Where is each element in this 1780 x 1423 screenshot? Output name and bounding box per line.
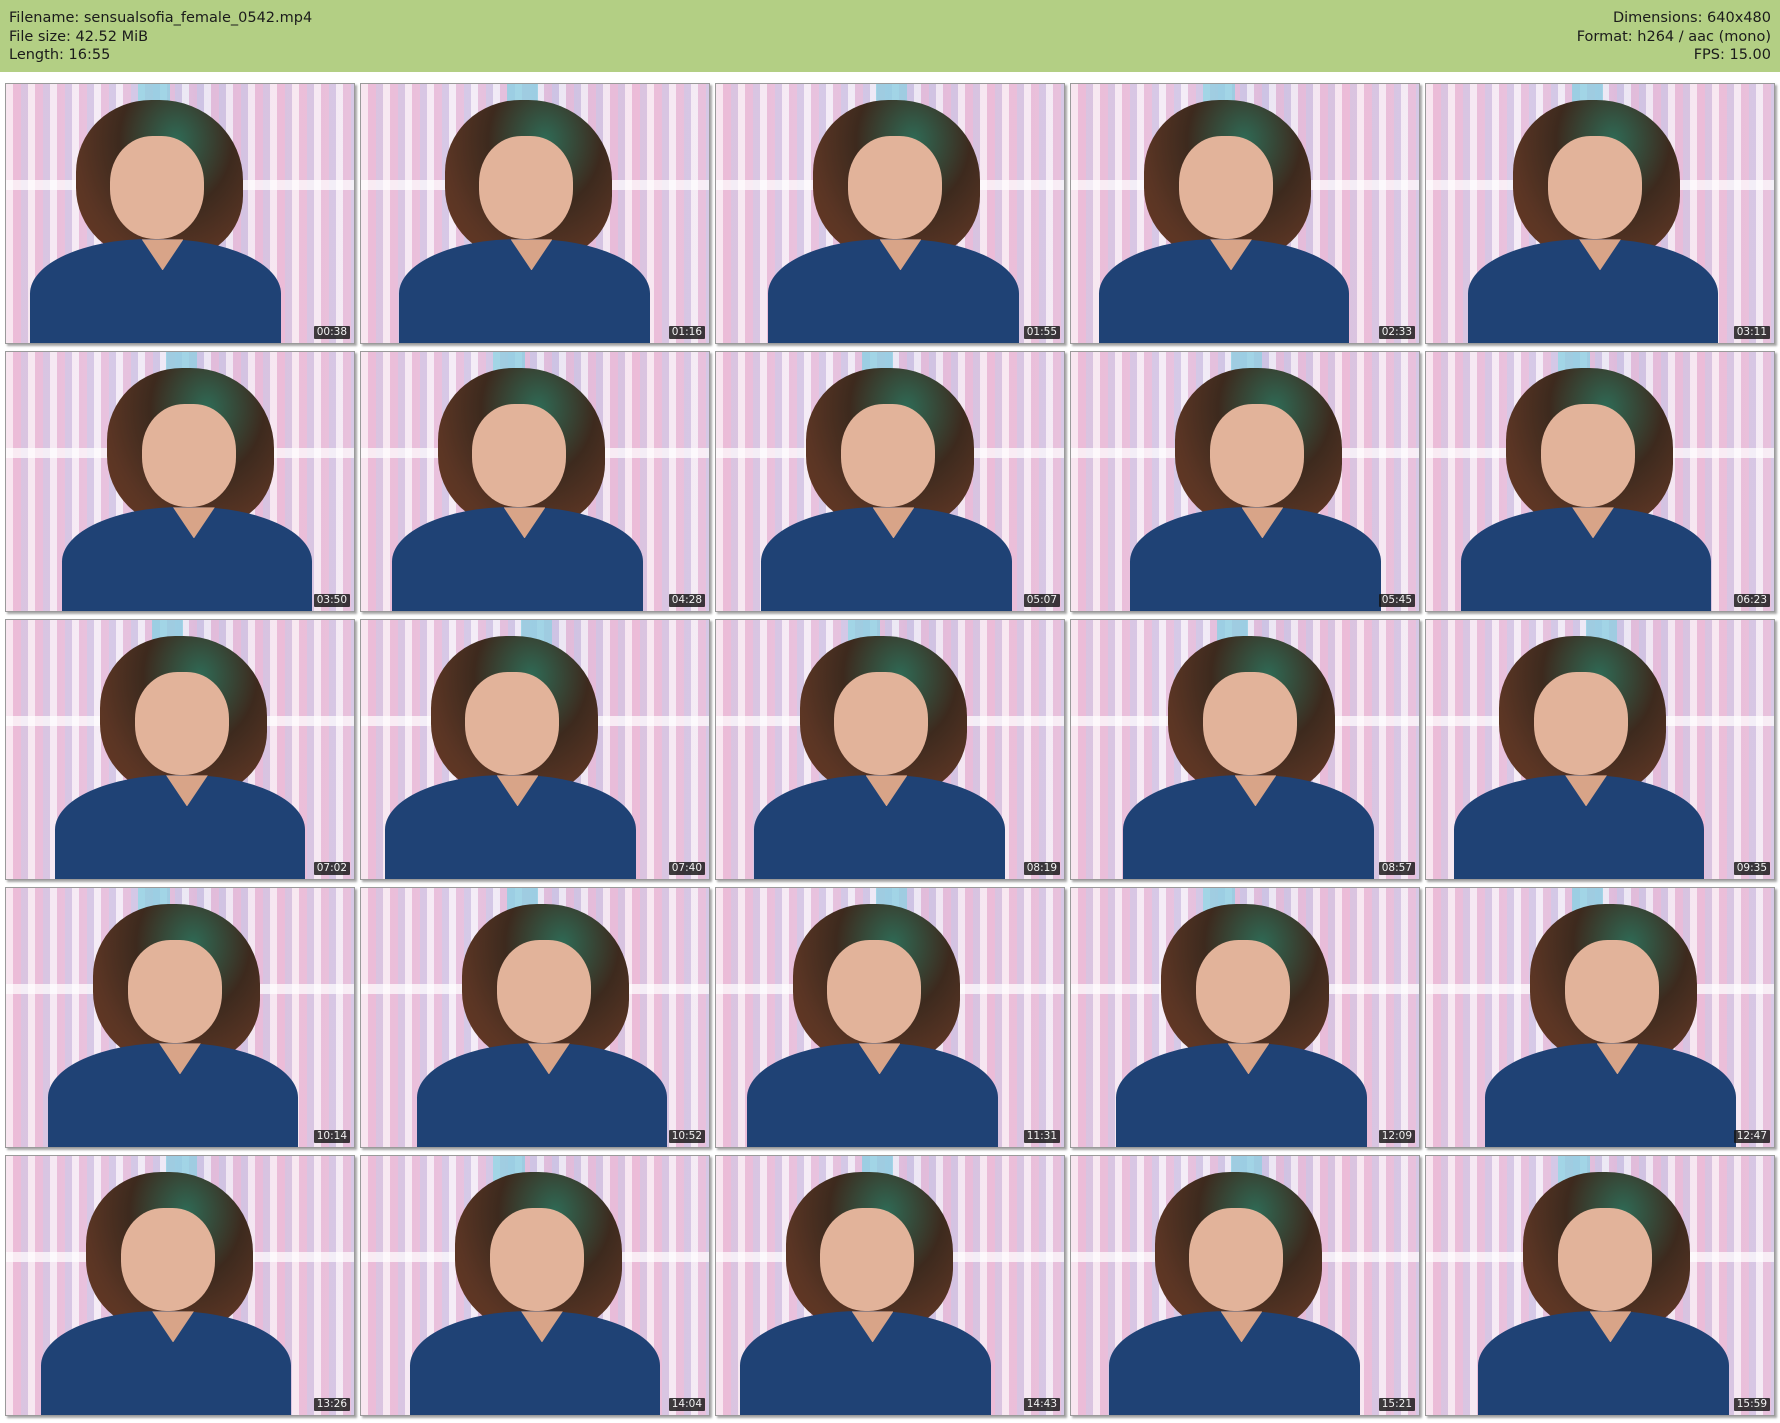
timestamp-label: 09:35 — [1733, 862, 1770, 875]
timestamp-label: 08:19 — [1023, 862, 1060, 875]
video-frame-thumbnail[interactable]: 03:50 — [5, 351, 355, 612]
subject-face — [489, 1207, 584, 1312]
subject-face — [820, 1207, 915, 1312]
subject-face — [1203, 671, 1298, 776]
filesize-label: File size: 42.52 MiB — [9, 28, 149, 45]
timestamp-label: 14:43 — [1023, 1398, 1060, 1411]
video-frame-thumbnail[interactable]: 14:04 — [360, 1155, 710, 1416]
timestamp-label: 01:55 — [1023, 326, 1060, 339]
video-frame-thumbnail[interactable]: 11:31 — [715, 887, 1065, 1148]
dimensions-label: Dimensions: 640x480 — [1612, 10, 1771, 26]
subject-face — [841, 403, 936, 508]
timestamp-label: 10:52 — [668, 1130, 705, 1143]
subject-face — [110, 135, 205, 240]
subject-face — [1196, 939, 1291, 1044]
subject-face — [1178, 135, 1273, 240]
subject-face — [1540, 403, 1635, 508]
video-info: Dimensions: 640x480 Format: h264 / aac (… — [1577, 9, 1771, 65]
subject-face — [1547, 135, 1642, 240]
video-frame-thumbnail[interactable]: 15:59 — [1425, 1155, 1775, 1416]
timestamp-label: 13:26 — [313, 1398, 350, 1411]
video-frame-thumbnail[interactable]: 07:40 — [360, 619, 710, 880]
video-frame-thumbnail[interactable]: 08:19 — [715, 619, 1065, 880]
subject-face — [827, 939, 922, 1044]
timestamp-label: 08:57 — [1378, 862, 1415, 875]
timestamp-label: 06:23 — [1733, 594, 1770, 607]
subject-face — [127, 939, 222, 1044]
video-frame-thumbnail[interactable]: 06:23 — [1425, 351, 1775, 612]
video-frame-thumbnail[interactable]: 05:07 — [715, 351, 1065, 612]
video-frame-thumbnail[interactable]: 01:55 — [715, 83, 1065, 344]
video-frame-thumbnail[interactable]: 12:09 — [1070, 887, 1420, 1148]
timestamp-label: 12:09 — [1378, 1130, 1415, 1143]
filename-label: Filename: sensualsofia_female_0542.mp4 — [9, 10, 313, 26]
video-frame-thumbnail[interactable]: 15:21 — [1070, 1155, 1420, 1416]
subject-face — [848, 135, 943, 240]
timestamp-label: 05:07 — [1023, 594, 1060, 607]
video-frame-thumbnail[interactable]: 10:14 — [5, 887, 355, 1148]
video-frame-thumbnail[interactable]: 08:57 — [1070, 619, 1420, 880]
timestamp-label: 10:14 — [313, 1130, 350, 1143]
timestamp-label: 05:45 — [1378, 594, 1415, 607]
video-frame-thumbnail[interactable]: 09:35 — [1425, 619, 1775, 880]
video-frame-thumbnail[interactable]: 01:16 — [360, 83, 710, 344]
subject-face — [1189, 1207, 1284, 1312]
subject-face — [1558, 1207, 1653, 1312]
timestamp-label: 07:40 — [668, 862, 705, 875]
video-frame-thumbnail[interactable]: 10:52 — [360, 887, 710, 1148]
subject-face — [479, 135, 574, 240]
subject-face — [1210, 403, 1305, 508]
subject-face — [465, 671, 560, 776]
timestamp-label: 00:38 — [313, 326, 350, 339]
video-frame-thumbnail[interactable]: 12:47 — [1425, 887, 1775, 1148]
file-info: Filename: sensualsofia_female_0542.mp4 F… — [9, 9, 312, 65]
timestamp-label: 03:50 — [313, 594, 350, 607]
subject-face — [141, 403, 236, 508]
timestamp-label: 11:31 — [1023, 1130, 1060, 1143]
timestamp-label: 03:11 — [1733, 326, 1770, 339]
timestamp-label: 04:28 — [668, 594, 705, 607]
subject-face — [134, 671, 229, 776]
video-frame-thumbnail[interactable]: 02:33 — [1070, 83, 1420, 344]
subject-face — [1533, 671, 1628, 776]
timestamp-label: 12:47 — [1733, 1130, 1770, 1143]
length-label: Length: 16:55 — [9, 47, 111, 63]
thumbnail-grid: 00:38 01:16 01:55 02:33 03:11 03:50 04:28 05:07… — [5, 83, 1775, 1416]
video-frame-thumbnail[interactable]: 04:28 — [360, 351, 710, 612]
subject-face — [834, 671, 929, 776]
metadata-header: Filename: sensualsofia_female_0542.mp4 F… — [0, 0, 1780, 72]
timestamp-label: 02:33 — [1378, 326, 1415, 339]
subject-face — [472, 403, 567, 508]
timestamp-label: 15:21 — [1378, 1398, 1415, 1411]
subject-face — [120, 1207, 215, 1312]
video-frame-thumbnail[interactable]: 05:45 — [1070, 351, 1420, 612]
timestamp-label: 07:02 — [313, 862, 350, 875]
timestamp-label: 01:16 — [668, 326, 705, 339]
subject-face — [1565, 939, 1660, 1044]
timestamp-label: 14:04 — [668, 1398, 705, 1411]
video-frame-thumbnail[interactable]: 13:26 — [5, 1155, 355, 1416]
video-frame-thumbnail[interactable]: 03:11 — [1425, 83, 1775, 344]
video-frame-thumbnail[interactable]: 00:38 — [5, 83, 355, 344]
subject-face — [496, 939, 591, 1044]
video-frame-thumbnail[interactable]: 14:43 — [715, 1155, 1065, 1416]
timestamp-label: 15:59 — [1733, 1398, 1770, 1411]
video-frame-thumbnail[interactable]: 07:02 — [5, 619, 355, 880]
format-label: Format: h264 / aac (mono) — [1576, 28, 1771, 45]
fps-label: FPS: 15.00 — [1693, 47, 1771, 63]
